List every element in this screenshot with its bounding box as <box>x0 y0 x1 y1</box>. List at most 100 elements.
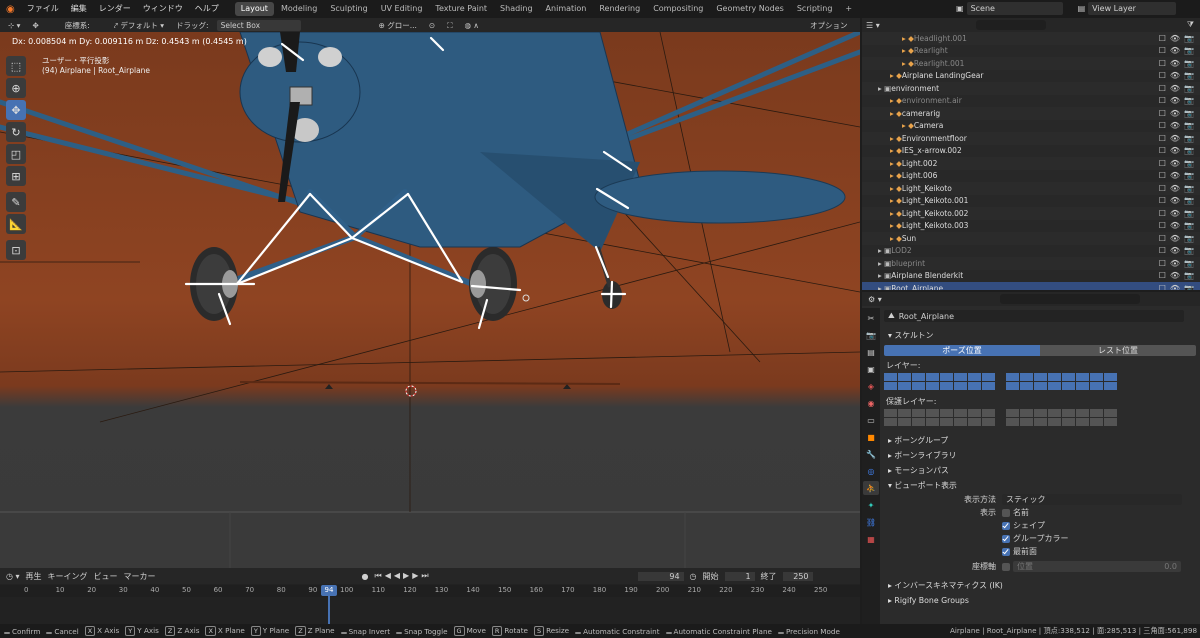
outliner-item-name[interactable]: environment.air <box>902 96 962 105</box>
display-option-checkbox[interactable] <box>1002 547 1010 556</box>
layer-toggle[interactable] <box>1034 373 1048 381</box>
pose-library-panel[interactable]: ▸ ボーンライブラリ <box>882 448 1200 463</box>
protected-layer-grid[interactable] <box>882 409 1200 427</box>
outliner-item-name[interactable]: Headlight.001 <box>914 34 967 43</box>
display-option-checkbox[interactable] <box>1002 534 1010 543</box>
menu-render[interactable]: レンダー <box>93 0 137 18</box>
display-as-dropdown[interactable]: スティック <box>1002 494 1182 505</box>
output-tab-icon[interactable]: ▤ <box>863 345 879 359</box>
layer-toggle[interactable] <box>1048 373 1062 381</box>
outliner-row[interactable]: ▸ ◆ camerarig ☐ 👁 📷 <box>862 107 1200 120</box>
add-bone-tool-icon[interactable]: ⊡ <box>6 240 26 260</box>
object-icon[interactable]: ▸ ◆ <box>890 71 902 80</box>
camera-restrict-icon[interactable]: 📷 <box>1184 71 1194 80</box>
camera-restrict-icon[interactable]: 📷 <box>1184 84 1194 93</box>
camera-restrict-icon[interactable]: 📷 <box>1184 59 1194 68</box>
eye-icon[interactable]: 👁 <box>1170 196 1180 205</box>
layer-toggle[interactable] <box>1048 418 1062 426</box>
layer-toggle[interactable] <box>1090 382 1104 390</box>
layer-toggle[interactable] <box>954 382 968 390</box>
outliner-row[interactable]: ▸ ◆ Light_Keikoto.003 ☐ 👁 📷 <box>862 220 1200 233</box>
layer-toggle[interactable] <box>1006 409 1020 417</box>
outliner-row[interactable]: ▸ ◆ Light.002 ☐ 👁 📷 <box>862 157 1200 170</box>
camera-restrict-icon[interactable]: 📷 <box>1184 134 1194 143</box>
layer-toggle[interactable] <box>1020 373 1034 381</box>
layer-toggle[interactable] <box>898 382 912 390</box>
eye-icon[interactable]: 👁 <box>1170 146 1180 155</box>
add-workspace-button[interactable]: + <box>839 2 858 16</box>
outliner-item-name[interactable]: Rearlight <box>914 46 948 55</box>
camera-restrict-icon[interactable]: 📷 <box>1184 96 1194 105</box>
layer-toggle[interactable] <box>982 382 996 390</box>
outliner-item-name[interactable]: Airplane Blenderkit <box>891 271 963 280</box>
outliner-row[interactable]: ▸ ◆ Light_Keikoto.002 ☐ 👁 📷 <box>862 207 1200 220</box>
camera-restrict-icon[interactable]: 📷 <box>1184 196 1194 205</box>
properties-editor[interactable]: ⚙ ▾ ⛰ Root_Airplane ▾ スケルトン ポーズ位置 レスト位置 … <box>862 292 1200 624</box>
exclude-checkbox-icon[interactable]: ☐ <box>1159 109 1166 118</box>
scale-tool-icon[interactable]: ◰ <box>6 144 26 164</box>
timeline-editor-icon[interactable]: ◷ ▾ <box>6 572 20 581</box>
layer-toggle[interactable] <box>1062 409 1076 417</box>
eye-icon[interactable]: 👁 <box>1170 121 1180 130</box>
exclude-checkbox-icon[interactable]: ☐ <box>1159 284 1166 290</box>
tool-tab-icon[interactable]: ✂ <box>863 311 879 325</box>
eye-icon[interactable]: 👁 <box>1170 159 1180 168</box>
outliner-row[interactable]: ▸ ◆ Light_Keikoto.001 ☐ 👁 📷 <box>862 195 1200 208</box>
scene-icon[interactable]: ▣ <box>956 4 964 13</box>
layer-toggle[interactable] <box>1104 409 1118 417</box>
outliner[interactable]: ☰ ▾ ⧩ ▸ ◆ Headlight.001 ☐ 👁 📷 ▸ ◆ Rearlight ☐… <box>862 18 1200 290</box>
layer-toggle[interactable] <box>912 418 926 426</box>
layer-toggle[interactable] <box>884 418 898 426</box>
properties-search-field[interactable] <box>999 294 1140 304</box>
layer-toggle[interactable] <box>898 373 912 381</box>
outliner-item-name[interactable]: Light.002 <box>902 159 937 168</box>
scene-tab-icon[interactable]: ◈ <box>863 379 879 393</box>
layer-toggle[interactable] <box>1104 373 1118 381</box>
pose-position-button[interactable]: ポーズ位置 <box>884 345 1040 356</box>
exclude-checkbox-icon[interactable]: ☐ <box>1159 259 1166 268</box>
axes-checkbox[interactable] <box>1002 562 1010 571</box>
eye-icon[interactable]: 👁 <box>1170 134 1180 143</box>
tab-modeling[interactable]: Modeling <box>275 2 323 16</box>
outliner-row[interactable]: ▸ ◆ Headlight.001 ☐ 👁 📷 <box>862 32 1200 45</box>
exclude-checkbox-icon[interactable]: ☐ <box>1159 146 1166 155</box>
outliner-row[interactable]: ▸ ▣ environment ☐ 👁 📷 <box>862 82 1200 95</box>
keying-menu[interactable]: キーイング <box>48 571 88 582</box>
ik-panel[interactable]: ▸ インバースキネマティクス (IK) <box>882 578 1200 593</box>
menu-file[interactable]: ファイル <box>21 0 65 18</box>
playhead[interactable]: 94 <box>321 585 337 596</box>
current-frame-field[interactable]: 94 <box>637 571 684 581</box>
eye-icon[interactable]: 👁 <box>1170 84 1180 93</box>
layer-toggle[interactable] <box>982 418 996 426</box>
eye-icon[interactable]: 👁 <box>1170 221 1180 230</box>
view-menu[interactable]: ビュー <box>94 571 118 582</box>
layer-toggle[interactable] <box>926 409 940 417</box>
object-icon[interactable]: ▸ ◆ <box>890 159 902 168</box>
layer-toggle[interactable] <box>954 409 968 417</box>
layer-grid[interactable] <box>882 373 1200 391</box>
outliner-row[interactable]: ▸ ▣ Root_Airplane ☐ 👁 📷 <box>862 282 1200 290</box>
editor-type-button[interactable]: ⊹ ▾ <box>4 20 24 31</box>
camera-restrict-icon[interactable]: 📷 <box>1184 271 1194 280</box>
marker-menu[interactable]: マーカー <box>124 571 156 582</box>
layer-toggle[interactable] <box>968 418 982 426</box>
layer-toggle[interactable] <box>1062 373 1076 381</box>
viewport-display-panel[interactable]: ▾ ビューポート表示 <box>882 478 1200 493</box>
layer-toggle[interactable] <box>1090 373 1104 381</box>
outliner-item-name[interactable]: Root_Airplane <box>891 284 943 290</box>
render-tab-icon[interactable]: 📷 <box>863 328 879 342</box>
constraint-tab-icon[interactable]: ⛓ <box>863 515 879 529</box>
object-icon[interactable]: ▸ ◆ <box>902 121 914 130</box>
tab-sculpting[interactable]: Sculpting <box>324 2 373 16</box>
eye-icon[interactable]: 👁 <box>1170 284 1180 290</box>
display-option-checkbox[interactable] <box>1002 521 1010 530</box>
view-layer-tab-icon[interactable]: ▣ <box>863 362 879 376</box>
tab-scripting[interactable]: Scripting <box>791 2 839 16</box>
layer-toggle[interactable] <box>1076 418 1090 426</box>
outliner-item-name[interactable]: Sun <box>902 234 916 243</box>
exclude-checkbox-icon[interactable]: ☐ <box>1159 71 1166 80</box>
global-dropdown[interactable]: ⊕ グロー... <box>375 20 421 31</box>
layer-toggle[interactable] <box>1062 382 1076 390</box>
menu-help[interactable]: ヘルプ <box>189 0 225 18</box>
object-tab-icon[interactable]: ■ <box>863 430 879 444</box>
